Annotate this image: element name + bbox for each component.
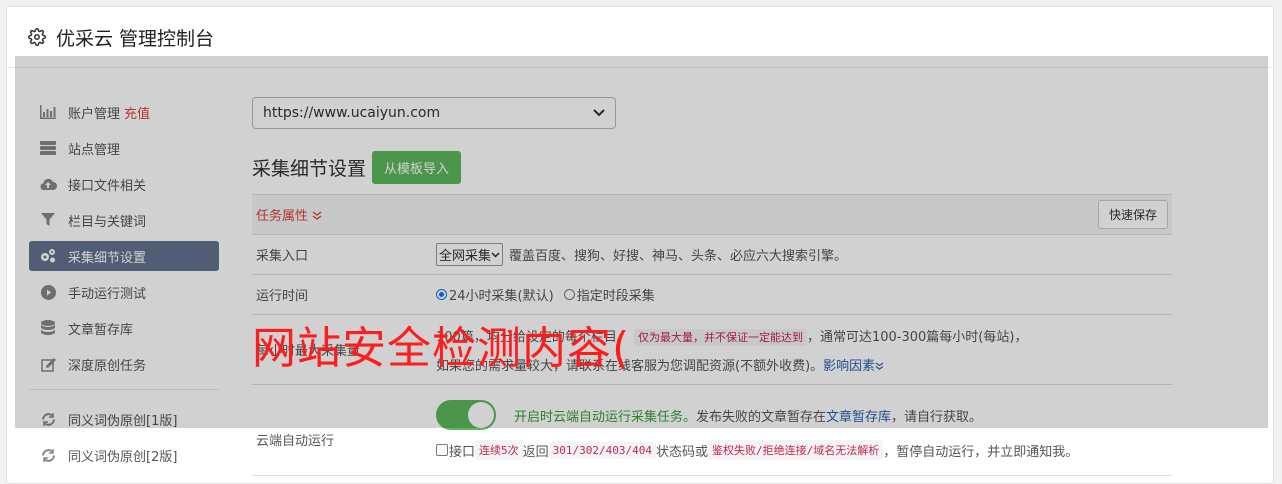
task-property-toggle[interactable]: 任务属性 [256,205,322,224]
server-icon [39,139,57,157]
max-note-code: 仅为最大量，并不保证一定能达到 [633,328,807,346]
runtime-radio-scheduled[interactable]: 指定时段采集 [563,285,655,304]
recharge-link[interactable]: 充值 [124,103,150,122]
sidebar-item-account[interactable]: 账户管理 充值 [29,97,219,127]
sidebar-item-label: 同义词伪原创[2版] [68,449,178,465]
quick-save-button[interactable]: 快速保存 [1097,200,1168,229]
database-icon [39,319,57,337]
sidebar-item-label: 文章暂存库 [68,322,134,338]
entry-select[interactable]: 全网采集 [436,243,504,266]
filter-icon [39,211,57,229]
entry-row: 采集入口 全网采集 覆盖百度、搜狗、好搜、神马、头条、必应六大搜索引擎。 [252,235,1172,275]
sidebar-item-interface-files[interactable]: 接口文件相关 [29,169,219,199]
sidebar-item-synonym-v1[interactable]: 同义词伪原创[1版] [29,404,219,434]
sidebar-item-label: 同义词伪原创[1版] [68,413,178,429]
cloud-row: 云端自动运行 开启时云端自动运行采集任务。 发布失败的文章暂存在 文章暂存库 ，请自… [252,385,1172,476]
sidebar: 账户管理 充值 站点管理 接口文件相关 栏目与关键词 采集细节设置 手动运行测试… [29,97,219,476]
sidebar-item-columns-keywords[interactable]: 栏目与关键词 [29,205,219,235]
factors-link[interactable]: 影响因素 [823,359,875,374]
entry-description: 覆盖百度、搜狗、好搜、神马、头条、必应六大搜索引擎。 [509,249,848,264]
pause-checkbox[interactable] [436,444,448,456]
runtime-row: 运行时间 24小时采集(默认) 指定时段采集 [252,275,1172,315]
edit-icon [39,355,57,373]
sidebar-item-label: 接口文件相关 [68,178,147,194]
cloud-desc: 发布失败的文章暂存在 [696,409,827,425]
section-header: 采集细节设置 从模板导入 [252,151,1172,184]
checkbox-label: 接口 [449,444,476,460]
max-suffix: ，通常可达100-300篇每小时(每站)， [806,329,1028,345]
refresh-icon [39,410,57,428]
sidebar-item-label: 站点管理 [68,142,121,158]
text-return: 返回 [522,444,549,460]
site-select-value: https://www.ucaiyun.com [263,105,441,121]
import-template-button[interactable]: 从模板导入 [372,151,462,184]
watermark-text: 网站安全检测内容( [252,323,631,374]
sidebar-item-deep-original[interactable]: 深度原创任务 [29,349,219,379]
radio-label: 指定时段采集 [576,289,655,304]
chevron-down-icon [593,105,605,121]
sidebar-item-label: 账户管理 [68,106,121,122]
radio-checked-icon [436,289,447,300]
article-store-link[interactable]: 文章暂存库 [826,406,891,425]
chevron-down-icon [491,251,500,258]
sidebar-item-label: 深度原创任务 [68,358,147,374]
cloud-toggle[interactable] [436,400,496,430]
sidebar-divider [29,389,219,390]
sidebar-item-sites[interactable]: 站点管理 [29,133,219,163]
double-chevron-down-icon [312,209,322,224]
play-icon [39,283,57,301]
sidebar-item-synonym-v2[interactable]: 同义词伪原创[2版] [29,440,219,470]
sidebar-item-manual-run[interactable]: 手动运行测试 [29,277,219,307]
sidebar-item-label: 采集细节设置 [68,250,147,266]
runtime-label: 运行时间 [256,289,309,304]
cloud-label: 云端自动运行 [256,433,335,449]
entry-label: 采集入口 [256,249,309,264]
sidebar-item-article-store[interactable]: 文章暂存库 [29,313,219,343]
code-consecutive: 连续5次 [475,440,523,460]
radio-label: 24小时采集(默认) [449,289,554,304]
sidebar-item-collect-settings[interactable]: 采集细节设置 [29,241,219,271]
section-title: 采集细节设置 [252,158,367,180]
bar-chart-icon [39,103,57,121]
task-property-header: 任务属性 快速保存 [252,195,1172,235]
sidebar-item-label: 栏目与关键词 [68,214,147,230]
sidebar-item-label: 手动运行测试 [68,286,147,302]
radio-unchecked-icon [563,289,575,300]
text-status-or: 状态码或 [656,444,709,460]
code-errors: 鉴权失败/拒绝连接/域名无法解析 [708,440,884,460]
site-select[interactable]: https://www.ucaiyun.com [252,97,616,129]
cloud-desc-green: 开启时云端自动运行采集任务。 [514,409,697,425]
console-panel: 优采云 管理控制台 账户管理 充值 站点管理 接口文件相关 栏目与关键词 采集细… [6,6,1274,484]
code-status: 301/302/403/404 [548,441,656,459]
gear-icon [28,28,46,46]
cloud-desc-end: ，请自行获取。 [891,409,983,425]
text-pause: ，暂停自动运行，并立即通知我。 [883,444,1079,460]
main-content: https://www.ucaiyun.com 采集细节设置 从模板导入 任务属… [252,97,1172,476]
entry-select-value: 全网采集 [439,249,492,264]
gears-icon [39,247,57,265]
page-title: 优采云 管理控制台 [56,27,215,50]
runtime-radio-24h[interactable]: 24小时采集(默认) [436,285,554,304]
task-property-label: 任务属性 [256,209,309,224]
cloud-upload-icon [39,175,57,193]
double-chevron-down-icon [875,361,884,370]
refresh-icon [39,446,57,464]
panel-header: 优采云 管理控制台 [7,7,1273,68]
